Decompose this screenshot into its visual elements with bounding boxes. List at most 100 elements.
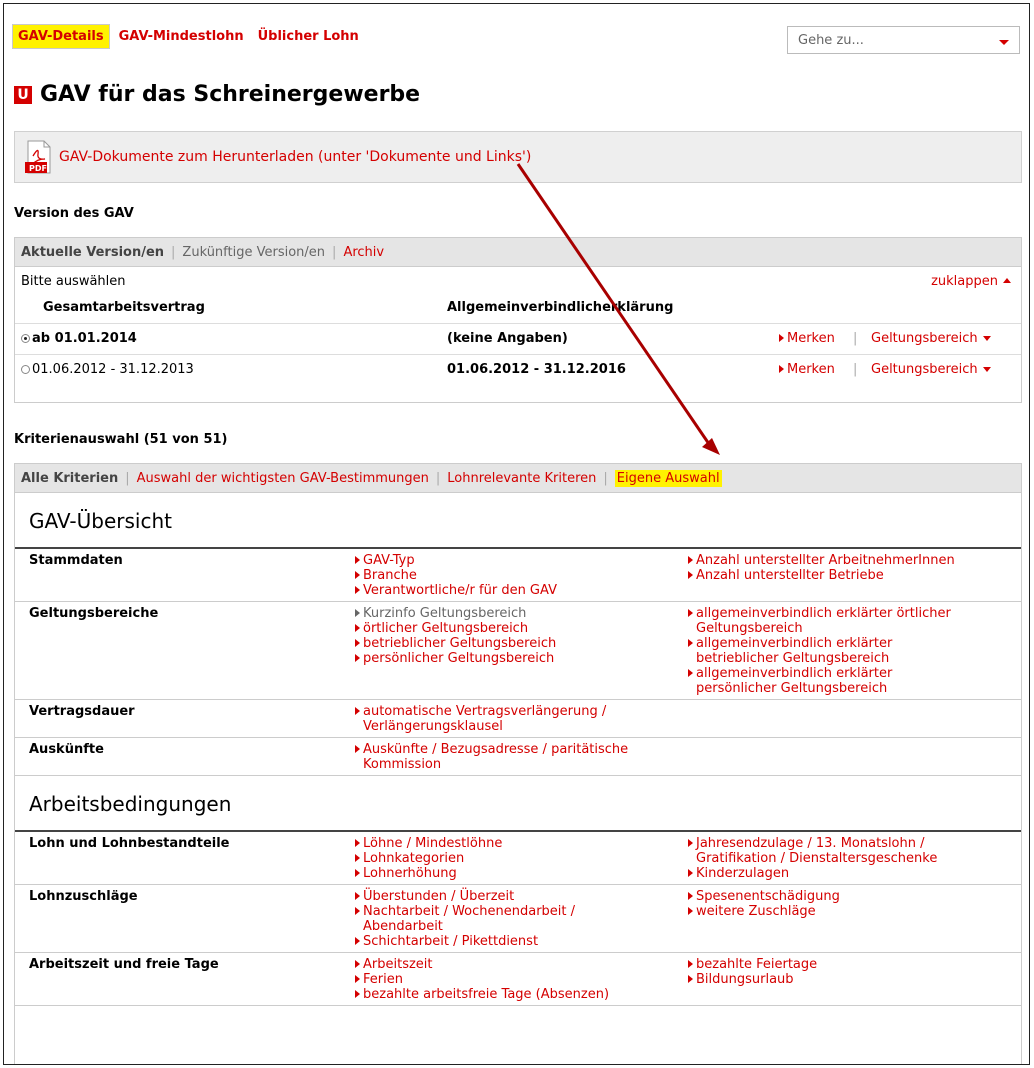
criteria-link[interactable]: Verantwortliche/r für den GAV [355, 583, 688, 598]
tab-all-criteria[interactable]: Alle Kriterien [21, 471, 118, 486]
criteria-row-label: Vertragsdauer [29, 704, 135, 719]
radio-unselected-icon[interactable] [21, 365, 30, 374]
criteria-group: Stammdaten GAV-Typ Branche Verantwortliche/… [15, 547, 1021, 776]
triangle-right-icon [779, 365, 784, 373]
criteria-link-column: allgemeinverbindlich erklärter örtlicher… [688, 606, 1018, 696]
triangle-right-icon [688, 571, 693, 579]
criteria-group: Lohn und Lohnbestandteile Löhne / Mindest… [15, 830, 1021, 1006]
criteria-link[interactable]: Spesenentschädigung [688, 889, 1018, 904]
criteria-row-label: Lohn und Lohnbestandteile [29, 836, 230, 851]
tab-own-selection[interactable]: Eigene Auswahl [614, 469, 722, 487]
triangle-right-icon [688, 960, 693, 968]
tab-important-provisions[interactable]: Auswahl der wichtigsten GAV-Bestimmungen [137, 471, 429, 486]
criteria-link[interactable]: bezahlte Feiertage [688, 957, 1018, 972]
page-title-row: U GAV für das Schreinergewerbe [14, 82, 420, 107]
radio-selected-icon[interactable] [21, 334, 30, 343]
pdf-icon: PDF [25, 140, 53, 174]
version-box: Aktuelle Version/en | Zukünftige Version… [14, 237, 1022, 403]
criteria-link[interactable]: automatische Vertragsverlängerung / Verlä… [355, 704, 688, 734]
logo-icon: U [14, 85, 32, 104]
merken-label: Merken [787, 331, 835, 346]
criteria-link[interactable]: weitere Zuschläge [688, 904, 1018, 919]
goto-select[interactable]: Gehe zu... [787, 26, 1020, 54]
version-header-row: Gesamtarbeitsvertrag Allgemeinverbindlic… [15, 293, 1021, 324]
criteria-link-column: Überstunden / Überzeit Nachtarbeit / Woch… [355, 889, 688, 949]
triangle-right-icon [688, 892, 693, 900]
merken-link[interactable]: Merken [779, 362, 835, 377]
triangle-right-icon [355, 624, 360, 632]
version-row[interactable]: ab 01.01.2014 (keine Angaben) Merken | G… [15, 324, 1021, 355]
criteria-link[interactable]: Lohnerhöhung [355, 866, 688, 881]
geltungsbereich-dropdown[interactable]: Geltungsbereich [871, 331, 991, 346]
criteria-row-label: Stammdaten [29, 553, 123, 568]
criteria-link[interactable]: Auskünfte / Bezugsadresse / paritätische… [355, 742, 688, 772]
collapse-label: zuklappen [931, 274, 998, 289]
criteria-link[interactable]: Branche [355, 568, 688, 583]
criteria-link[interactable]: allgemeinverbindlich erklärter persönlich… [688, 666, 1018, 696]
merken-label: Merken [787, 362, 835, 377]
tab-archive[interactable]: Archiv [343, 245, 384, 260]
criteria-row-label: Arbeitszeit und freie Tage [29, 957, 219, 972]
criteria-row: Lohn und Lohnbestandteile Löhne / Mindest… [15, 832, 1021, 885]
criteria-link[interactable]: Kinderzulagen [688, 866, 1018, 881]
triangle-right-icon [355, 892, 360, 900]
collapse-link[interactable]: zuklappen [931, 274, 1011, 289]
triangle-right-icon [355, 854, 360, 862]
criteria-link[interactable]: Lohnkategorien [355, 851, 688, 866]
criteria-groups: GAV-Übersicht Stammdaten GAV-Typ Branche Ver… [15, 493, 1021, 1006]
criteria-link[interactable]: Nachtarbeit / Wochenendarbeit / Abendarbe… [355, 904, 688, 934]
download-documents-link[interactable]: GAV-Dokumente zum Herunterladen (unter '… [59, 149, 531, 165]
triangle-right-icon [688, 839, 693, 847]
version-row[interactable]: 01.06.2012 - 31.12.2013 01.06.2012 - 31.… [15, 355, 1021, 385]
criteria-link[interactable]: allgemeinverbindlich erklärter betrieblic… [688, 636, 1018, 666]
criteria-link[interactable]: Ferien [355, 972, 688, 987]
triangle-right-icon [355, 990, 360, 998]
criteria-link[interactable]: Anzahl unterstellter Betriebe [688, 568, 1018, 583]
triangle-right-icon [355, 907, 360, 915]
criteria-link[interactable]: bezahlte arbeitsfreie Tage (Absenzen) [355, 987, 688, 1002]
geltungsbereich-label: Geltungsbereich [871, 331, 978, 346]
criteria-link[interactable]: Arbeitszeit [355, 957, 688, 972]
criteria-link[interactable]: persönlicher Geltungsbereich [355, 651, 688, 666]
criteria-tabs: Alle Kriterien | Auswahl der wichtigsten… [15, 464, 1021, 493]
criteria-link[interactable]: Kurzinfo Geltungsbereich [355, 606, 688, 621]
criteria-link[interactable]: allgemeinverbindlich erklärter örtlicher… [688, 606, 1018, 636]
goto-select-value: Gehe zu... [798, 33, 864, 48]
criteria-link[interactable]: Überstunden / Überzeit [355, 889, 688, 904]
geltungsbereich-dropdown[interactable]: Geltungsbereich [871, 362, 991, 377]
criteria-link[interactable]: Bildungsurlaub [688, 972, 1018, 987]
version-row-gav[interactable]: ab 01.01.2014 [21, 331, 137, 346]
criteria-box: Alle Kriterien | Auswahl der wichtigsten… [14, 463, 1022, 1064]
tab-future-version[interactable]: Zukünftige Version/en [182, 245, 325, 260]
criteria-link-column: Jahresendzulage / 13. Monatslohn / Gratif… [688, 836, 1018, 881]
merken-link[interactable]: Merken [779, 331, 835, 346]
criteria-row: Vertragsdauer automatische Vertragsverlän… [15, 700, 1021, 738]
version-row-gav[interactable]: 01.06.2012 - 31.12.2013 [21, 362, 194, 377]
tab-current-version[interactable]: Aktuelle Version/en [21, 245, 164, 260]
triangle-right-icon [688, 639, 693, 647]
criteria-link[interactable]: Löhne / Mindestlöhne [355, 836, 688, 851]
tab-gav-mindestlohn[interactable]: GAV-Mindestlohn [114, 25, 249, 48]
triangle-right-icon [688, 609, 693, 617]
criteria-link-column: Kurzinfo Geltungsbereich örtlicher Geltun… [355, 606, 688, 696]
criteria-link[interactable]: örtlicher Geltungsbereich [355, 621, 688, 636]
criteria-link[interactable]: Anzahl unterstellter ArbeitnehmerInnen [688, 553, 1018, 568]
criteria-link[interactable]: Jahresendzulage / 13. Monatslohn / Gratif… [688, 836, 1018, 866]
criteria-link[interactable]: Schichtarbeit / Pikettdienst [355, 934, 688, 949]
criteria-section-title: Kriterienauswahl (51 von 51) [14, 432, 228, 447]
criteria-link[interactable]: GAV-Typ [355, 553, 688, 568]
pdf-icon-label: PDF [29, 164, 47, 173]
triangle-right-icon [355, 869, 360, 877]
triangle-right-icon [779, 334, 784, 342]
criteria-row-label: Auskünfte [29, 742, 104, 757]
criteria-row: Arbeitszeit und freie Tage Arbeitszeit Fer… [15, 953, 1021, 1006]
tab-ueblicher-lohn[interactable]: Üblicher Lohn [253, 25, 364, 48]
download-documents-banner[interactable]: PDF GAV-Dokumente zum Herunterladen (unt… [14, 131, 1022, 183]
criteria-group-title: GAV-Übersicht [29, 509, 172, 533]
criteria-link[interactable]: betrieblicher Geltungsbereich [355, 636, 688, 651]
triangle-right-icon [355, 839, 360, 847]
tab-wage-criteria[interactable]: Lohnrelevante Kriteren [447, 471, 596, 486]
tab-gav-details[interactable]: GAV-Details [12, 24, 110, 49]
version-prompt-row: Bitte auswählen zuklappen [15, 267, 1021, 293]
triangle-right-icon [688, 556, 693, 564]
